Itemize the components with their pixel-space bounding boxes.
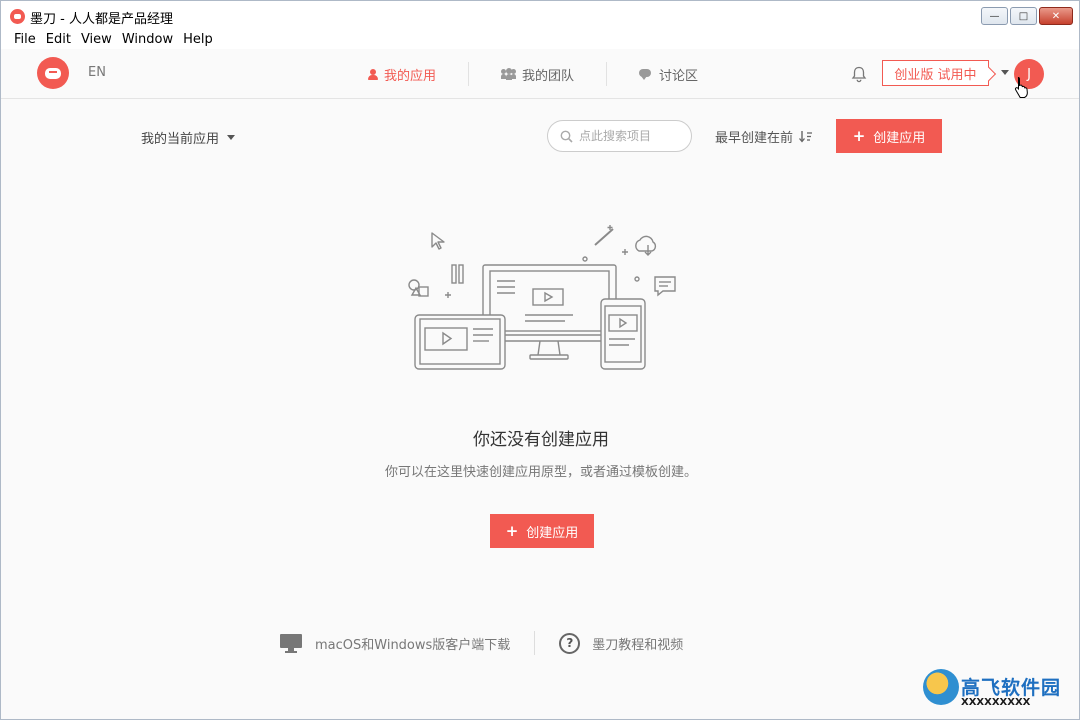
language-toggle[interactable]: EN (88, 65, 106, 80)
nav-label: 我的团队 (522, 68, 575, 84)
client-download-link[interactable]: macOS和Windows版客户端下载 (279, 633, 510, 653)
cursor-icon (431, 232, 445, 250)
footer-links: macOS和Windows版客户端下载 ? 墨刀教程和视频 (279, 631, 683, 655)
notification-bell-icon[interactable] (851, 66, 867, 83)
app-header: EN 我的应用 我的团队 讨论区 创业版 试用中 J (1, 49, 1079, 99)
tutorial-link[interactable]: ? 墨刀教程和视频 (559, 632, 684, 654)
menu-bar: File Edit View Window Help (1, 31, 1079, 49)
sort-label: 最早创建在前 (715, 131, 794, 146)
devices-illustration (408, 225, 676, 370)
nav-label: 我的应用 (384, 68, 437, 84)
modao-logo-icon[interactable] (37, 57, 69, 89)
close-button[interactable]: ✕ (1039, 7, 1073, 25)
menu-file[interactable]: File (9, 31, 41, 49)
nav-divider (468, 62, 470, 86)
filter-label: 我的当前应用 (141, 132, 220, 147)
search-box[interactable] (547, 120, 692, 152)
app-filter-dropdown[interactable]: 我的当前应用 (141, 128, 236, 147)
minimize-button[interactable]: — (981, 7, 1008, 25)
empty-state-subtitle: 你可以在这里快速创建应用原型，或者通过模板创建。 (384, 465, 697, 480)
menu-window[interactable]: Window (117, 31, 178, 49)
plus-icon: + (852, 127, 866, 145)
watermark-text: 高飞软件园 (961, 677, 1062, 699)
app-window: 墨刀 - 人人都是产品经理 — □ ✕ File Edit View Windo… (0, 0, 1080, 720)
hand-cursor-icon (1014, 77, 1028, 98)
monitor-icon (280, 634, 302, 653)
download-label: macOS和Windows版客户端下载 (315, 637, 511, 653)
plus-icon: + (505, 522, 519, 540)
watermark-subtext: XXXXXXXXX (961, 697, 1031, 708)
chat-icon (639, 68, 653, 80)
create-label: 创建应用 (873, 130, 926, 146)
menu-view[interactable]: View (76, 31, 117, 49)
team-icon (501, 67, 517, 80)
sort-order-icon (799, 131, 813, 143)
app-logo-icon (10, 9, 25, 24)
window-title: 墨刀 - 人人都是产品经理 (30, 12, 173, 27)
nav-label: 讨论区 (659, 68, 699, 84)
menu-help[interactable]: Help (178, 31, 218, 49)
tutorial-label: 墨刀教程和视频 (592, 637, 684, 653)
maximize-button[interactable]: □ (1010, 7, 1037, 25)
watermark-globe-icon (923, 669, 959, 705)
create-app-button-empty[interactable]: + 创建应用 (490, 514, 594, 548)
title-bar: 墨刀 - 人人都是产品经理 — □ ✕ (1, 1, 1079, 31)
nav-divider (606, 62, 608, 86)
sort-dropdown[interactable]: 最早创建在前 (715, 127, 813, 146)
nav-forum[interactable]: 讨论区 (627, 61, 730, 87)
empty-state-title: 你还没有创建应用 (473, 430, 609, 450)
chevron-down-icon[interactable] (1001, 70, 1009, 75)
footer-divider (534, 631, 536, 655)
help-icon: ? (559, 632, 581, 654)
search-icon (560, 130, 573, 143)
create-app-button[interactable]: + 创建应用 (836, 119, 942, 153)
trial-badge[interactable]: 创业版 试用中 (882, 60, 989, 86)
watermark: 高飞软件园 XXXXXXXXX (923, 669, 1073, 717)
create-label: 创建应用 (526, 525, 579, 541)
search-input[interactable] (579, 129, 689, 143)
menu-edit[interactable]: Edit (41, 31, 76, 49)
nav-my-apps[interactable]: 我的应用 (356, 61, 468, 87)
nav-my-team[interactable]: 我的团队 (489, 61, 606, 87)
main-nav: 我的应用 我的团队 讨论区 (356, 49, 730, 99)
user-icon (368, 68, 378, 80)
chevron-down-icon (227, 135, 236, 140)
